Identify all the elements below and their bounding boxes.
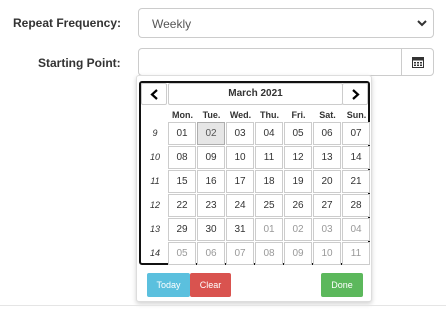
day-cell[interactable]: 05 — [168, 242, 196, 265]
day-cell[interactable]: 15 — [168, 170, 196, 193]
day-cell[interactable]: 06 — [197, 242, 225, 265]
day-cell[interactable]: 12 — [284, 146, 312, 169]
starting-point-label: Starting Point: — [38, 56, 121, 70]
weekday-header: Sun. — [346, 110, 367, 120]
calendar-toggle-button[interactable] — [401, 48, 434, 76]
day-cell[interactable]: 25 — [255, 194, 283, 217]
datepicker-popup: March 2021 Mon. Tue. Wed. Thu. Fri. Sat. Sun. 9… — [136, 75, 372, 302]
day-cell[interactable]: 05 — [284, 122, 312, 145]
day-cell[interactable]: 13 — [313, 146, 341, 169]
day-cell[interactable]: 09 — [284, 242, 312, 265]
day-cell[interactable]: 04 — [342, 218, 370, 241]
day-cell[interactable]: 31 — [226, 218, 254, 241]
week-number: 13 — [149, 224, 160, 234]
day-cell[interactable]: 29 — [168, 218, 196, 241]
day-cell[interactable]: 11 — [255, 146, 283, 169]
day-cell[interactable]: 14 — [342, 146, 370, 169]
day-cell[interactable]: 10 — [226, 146, 254, 169]
day-cell[interactable]: 20 — [313, 170, 341, 193]
weekday-header: Thu. — [260, 110, 279, 120]
day-cell[interactable]: 21 — [342, 170, 370, 193]
day-cell[interactable]: 26 — [284, 194, 312, 217]
day-cell[interactable]: 28 — [342, 194, 370, 217]
day-cell[interactable]: 01 — [255, 218, 283, 241]
day-cell[interactable]: 03 — [226, 122, 254, 145]
clear-button[interactable]: Clear — [190, 273, 231, 297]
day-cell[interactable]: 23 — [197, 194, 225, 217]
day-cell[interactable]: 03 — [313, 218, 341, 241]
day-cell[interactable]: 09 — [197, 146, 225, 169]
month-title[interactable]: March 2021 — [168, 83, 343, 105]
day-cell[interactable]: 07 — [342, 122, 370, 145]
day-cell[interactable]: 07 — [226, 242, 254, 265]
weekday-header: Fri. — [291, 110, 306, 120]
day-cell[interactable]: 16 — [197, 170, 225, 193]
week-number: 12 — [149, 200, 160, 210]
day-cell[interactable]: 30 — [197, 218, 225, 241]
day-cell[interactable]: 10 — [313, 242, 341, 265]
prev-month-button[interactable] — [141, 83, 167, 105]
starting-point-input[interactable] — [138, 48, 402, 76]
day-cell[interactable]: 11 — [342, 242, 370, 265]
week-number: 10 — [149, 152, 160, 162]
repeat-frequency-label: Repeat Frequency: — [13, 16, 122, 30]
repeat-frequency-value: Weekly — [152, 17, 192, 31]
week-number: 9 — [152, 128, 158, 138]
day-cell[interactable]: 08 — [255, 242, 283, 265]
chevron-down-icon — [417, 20, 427, 27]
day-cell[interactable]: 17 — [226, 170, 254, 193]
repeat-frequency-select[interactable]: Weekly — [138, 8, 434, 38]
weekday-header: Wed. — [229, 110, 252, 120]
next-month-button[interactable] — [342, 83, 368, 105]
day-cell[interactable]: 08 — [168, 146, 196, 169]
day-cell[interactable]: 06 — [313, 122, 341, 145]
day-cell[interactable]: 19 — [284, 170, 312, 193]
divider — [0, 305, 446, 306]
week-number: 14 — [149, 248, 160, 258]
day-cell[interactable]: 04 — [255, 122, 283, 145]
weekday-header: Mon. — [172, 110, 193, 120]
done-button[interactable]: Done — [321, 273, 363, 297]
weekday-header: Sat. — [319, 110, 336, 120]
calendar-grid: March 2021 Mon. Tue. Wed. Thu. Fri. Sat. Sun. 9… — [139, 81, 370, 265]
day-cell[interactable]: 22 — [168, 194, 196, 217]
day-cell[interactable]: 24 — [226, 194, 254, 217]
week-number: 11 — [150, 176, 160, 186]
day-cell[interactable]: 01 — [168, 122, 196, 145]
today-button[interactable]: Today — [147, 273, 190, 297]
chevron-left-icon — [150, 89, 158, 100]
weekday-header: Tue. — [202, 110, 221, 120]
calendar-icon — [412, 57, 424, 68]
chevron-right-icon — [352, 89, 360, 100]
day-cell[interactable]: 18 — [255, 170, 283, 193]
day-cell[interactable]: 27 — [313, 194, 341, 217]
day-cell[interactable]: 02 — [197, 122, 225, 145]
day-cell[interactable]: 02 — [284, 218, 312, 241]
